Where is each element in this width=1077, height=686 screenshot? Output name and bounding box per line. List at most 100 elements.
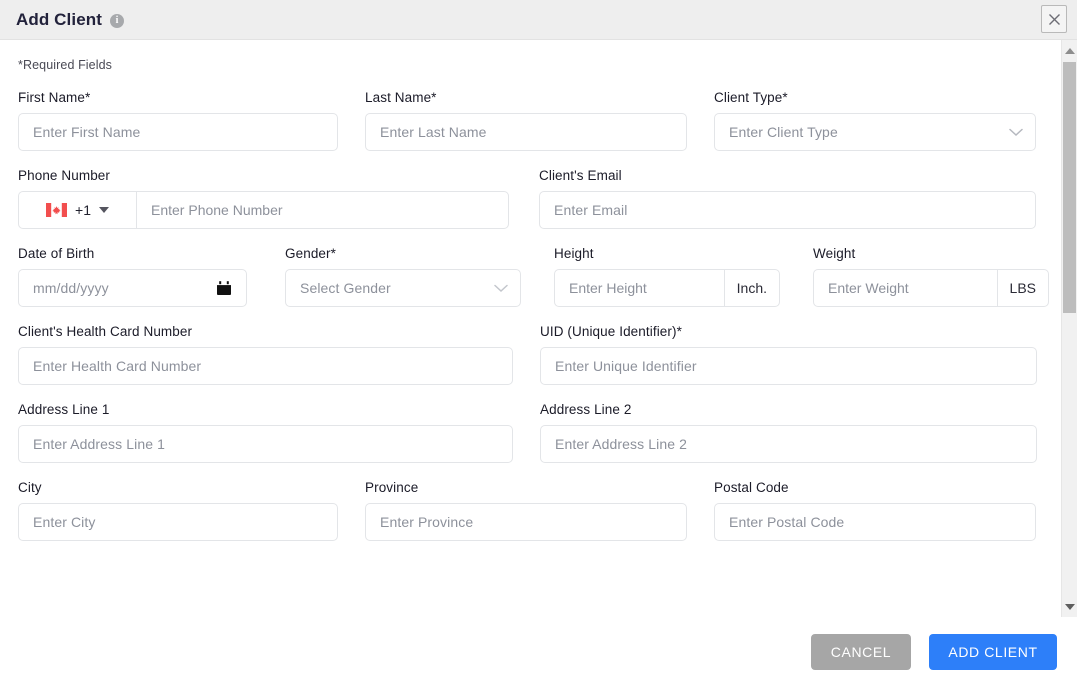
province-input[interactable]: Enter Province xyxy=(365,503,687,541)
form-row: Address Line 1 Enter Address Line 1 Addr… xyxy=(18,402,1061,463)
height-input[interactable]: Enter Height xyxy=(555,270,724,306)
add-client-button[interactable]: ADD CLIENT xyxy=(929,634,1057,670)
input-placeholder: Enter Address Line 1 xyxy=(33,436,165,452)
field-label: Address Line 2 xyxy=(540,402,1037,417)
input-placeholder: Enter City xyxy=(33,514,95,530)
field-label: Phone Number xyxy=(18,168,509,183)
form-row: First Name* Enter First Name Last Name* … xyxy=(18,90,1061,151)
field-health-card-number: Client's Health Card Number Enter Health… xyxy=(18,324,513,385)
scroll-up-arrow-icon xyxy=(1065,48,1075,54)
field-first-name: First Name* Enter First Name xyxy=(18,90,338,151)
scroll-up-button[interactable] xyxy=(1062,42,1077,59)
vertical-scrollbar[interactable] xyxy=(1061,40,1077,617)
field-uid: UID (Unique Identifier)* Enter Unique Id… xyxy=(540,324,1037,385)
input-placeholder: Enter Weight xyxy=(828,280,909,296)
address-line-1-input[interactable]: Enter Address Line 1 xyxy=(18,425,513,463)
field-label: Client's Health Card Number xyxy=(18,324,513,339)
field-province: Province Enter Province xyxy=(365,480,687,541)
field-client-email: Client's Email Enter Email xyxy=(539,168,1036,229)
modal-header: Add Client i xyxy=(0,0,1077,40)
country-code-select[interactable]: +1 xyxy=(18,191,136,229)
modal-body-scroll-area: *Required Fields First Name* Enter First… xyxy=(0,40,1077,617)
input-placeholder: Enter Unique Identifier xyxy=(555,358,697,374)
field-label: Last Name* xyxy=(365,90,687,105)
input-placeholder: Enter Email xyxy=(554,202,627,218)
add-client-modal: Add Client i *Required Fields First Name… xyxy=(0,0,1077,686)
select-placeholder: Enter Client Type xyxy=(729,124,838,140)
close-button[interactable] xyxy=(1041,5,1067,33)
form-row: City Enter City Province Enter Province … xyxy=(18,480,1061,541)
phone-group: +1 Enter Phone Number xyxy=(18,191,509,229)
country-code-value: +1 xyxy=(75,202,91,218)
address-line-2-input[interactable]: Enter Address Line 2 xyxy=(540,425,1037,463)
form-row: Date of Birth mm/dd/yyyy Gender* xyxy=(18,246,1061,307)
scroll-down-arrow-icon xyxy=(1065,604,1075,610)
input-placeholder: mm/dd/yyyy xyxy=(33,280,109,296)
caret-down-icon xyxy=(99,207,109,213)
field-address-line-2: Address Line 2 Enter Address Line 2 xyxy=(540,402,1037,463)
health-card-number-input[interactable]: Enter Health Card Number xyxy=(18,347,513,385)
field-city: City Enter City xyxy=(18,480,338,541)
form-row: Client's Health Card Number Enter Health… xyxy=(18,324,1061,385)
input-placeholder: Enter Province xyxy=(380,514,473,530)
input-placeholder: Enter Height xyxy=(569,280,647,296)
field-label: UID (Unique Identifier)* xyxy=(540,324,1037,339)
field-postal-code: Postal Code Enter Postal Code xyxy=(714,480,1036,541)
postal-code-input[interactable]: Enter Postal Code xyxy=(714,503,1036,541)
scroll-down-button[interactable] xyxy=(1062,598,1077,615)
input-placeholder: Enter First Name xyxy=(33,124,140,140)
page-title: Add Client xyxy=(16,10,102,30)
uid-input[interactable]: Enter Unique Identifier xyxy=(540,347,1037,385)
field-label: Client's Email xyxy=(539,168,1036,183)
weight-input-group: Enter Weight LBS xyxy=(813,269,1049,307)
field-label: Date of Birth xyxy=(18,246,247,261)
field-label: Postal Code xyxy=(714,480,1036,495)
field-gender: Gender* Select Gender xyxy=(285,246,521,307)
chevron-down-icon xyxy=(494,284,508,293)
field-last-name: Last Name* Enter Last Name xyxy=(365,90,687,151)
phone-number-input[interactable]: Enter Phone Number xyxy=(136,191,509,229)
last-name-input[interactable]: Enter Last Name xyxy=(365,113,687,151)
field-label: Province xyxy=(365,480,687,495)
cancel-button[interactable]: CANCEL xyxy=(811,634,911,670)
info-icon[interactable]: i xyxy=(110,14,124,28)
canada-flag-icon xyxy=(46,203,67,217)
form-container: *Required Fields First Name* Enter First… xyxy=(0,40,1061,617)
field-weight: Weight Enter Weight LBS xyxy=(813,246,1049,307)
select-placeholder: Select Gender xyxy=(300,280,391,296)
field-label: City xyxy=(18,480,338,495)
client-email-input[interactable]: Enter Email xyxy=(539,191,1036,229)
field-label: Height xyxy=(554,246,780,261)
field-phone-number: Phone Number +1 xyxy=(18,168,509,229)
gender-select[interactable]: Select Gender xyxy=(285,269,521,307)
height-input-group: Enter Height Inch. xyxy=(554,269,780,307)
field-date-of-birth: Date of Birth mm/dd/yyyy xyxy=(18,246,247,307)
field-label: First Name* xyxy=(18,90,338,105)
chevron-down-icon xyxy=(1009,128,1023,137)
field-label: Client Type* xyxy=(714,90,1036,105)
close-icon xyxy=(1048,13,1061,26)
height-unit-label: Inch. xyxy=(724,270,779,306)
required-fields-note: *Required Fields xyxy=(18,58,1061,72)
field-label: Gender* xyxy=(285,246,521,261)
input-placeholder: Enter Health Card Number xyxy=(33,358,201,374)
weight-input[interactable]: Enter Weight xyxy=(814,270,997,306)
input-placeholder: Enter Postal Code xyxy=(729,514,844,530)
calendar-icon[interactable] xyxy=(216,280,232,296)
field-address-line-1: Address Line 1 Enter Address Line 1 xyxy=(18,402,513,463)
input-placeholder: Enter Phone Number xyxy=(151,202,283,218)
date-of-birth-input[interactable]: mm/dd/yyyy xyxy=(18,269,247,307)
form-row: Phone Number +1 xyxy=(18,168,1061,229)
first-name-input[interactable]: Enter First Name xyxy=(18,113,338,151)
city-input[interactable]: Enter City xyxy=(18,503,338,541)
weight-unit-label: LBS xyxy=(997,270,1048,306)
field-label: Address Line 1 xyxy=(18,402,513,417)
modal-footer: CANCEL ADD CLIENT xyxy=(0,617,1077,686)
scrollbar-thumb[interactable] xyxy=(1063,62,1076,313)
field-height: Height Enter Height Inch. xyxy=(554,246,780,307)
field-client-type: Client Type* Enter Client Type xyxy=(714,90,1036,151)
input-placeholder: Enter Address Line 2 xyxy=(555,436,687,452)
field-label: Weight xyxy=(813,246,1049,261)
client-type-select[interactable]: Enter Client Type xyxy=(714,113,1036,151)
input-placeholder: Enter Last Name xyxy=(380,124,487,140)
